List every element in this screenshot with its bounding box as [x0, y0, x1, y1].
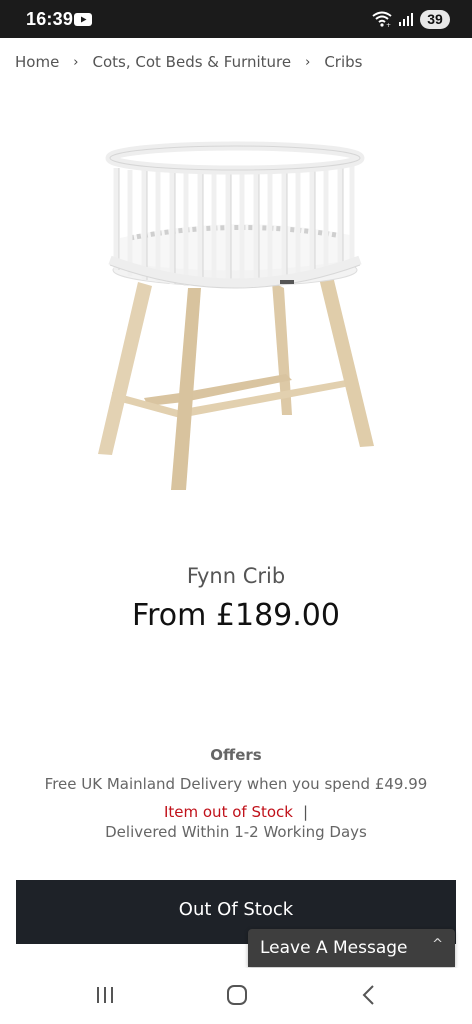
product-price: From £189.00 — [132, 598, 340, 633]
stock-status: Item out of Stock — [163, 803, 293, 821]
signal-icon — [399, 13, 413, 26]
offers-text: Free UK Mainland Delivery when you spend… — [44, 775, 428, 793]
breadcrumb: Home › Cots, Cot Beds & Furniture › Crib… — [15, 52, 362, 72]
out-of-stock-label: Out Of Stock — [178, 899, 294, 920]
offers-heading: Offers — [210, 746, 262, 764]
delivery-text: Delivered Within 1-2 Working Days — [105, 823, 367, 841]
status-time: 16:39 — [26, 9, 74, 29]
breadcrumb-home[interactable]: Home — [15, 53, 59, 71]
product-title: Fynn Crib — [186, 564, 286, 588]
breadcrumb-category[interactable]: Cots, Cot Beds & Furniture — [93, 53, 292, 71]
recent-apps-icon[interactable] — [90, 982, 120, 1008]
svg-text:+: + — [386, 22, 391, 27]
home-icon[interactable] — [222, 982, 252, 1008]
back-icon[interactable] — [354, 982, 384, 1008]
wifi-icon: + — [372, 11, 392, 27]
battery-level: 39 — [427, 11, 443, 27]
stock-line: Item out of Stock | — [0, 803, 472, 821]
youtube-icon — [74, 13, 92, 26]
stock-divider: | — [302, 803, 309, 821]
chevron-up-icon: ^ — [432, 937, 443, 952]
status-bar: 16:39 + 39 — [0, 0, 472, 38]
breadcrumb-current[interactable]: Cribs — [324, 53, 362, 71]
leave-message-widget[interactable]: Leave A Message ^ — [248, 929, 455, 967]
nav-bar — [0, 968, 472, 1024]
battery-icon: 39 — [420, 9, 450, 29]
breadcrumb-separator: › — [73, 54, 79, 70]
breadcrumb-separator: › — [305, 54, 311, 70]
leave-message-label: Leave A Message — [260, 938, 408, 958]
product-image[interactable] — [60, 110, 410, 510]
status-icons: + 39 — [372, 8, 450, 30]
